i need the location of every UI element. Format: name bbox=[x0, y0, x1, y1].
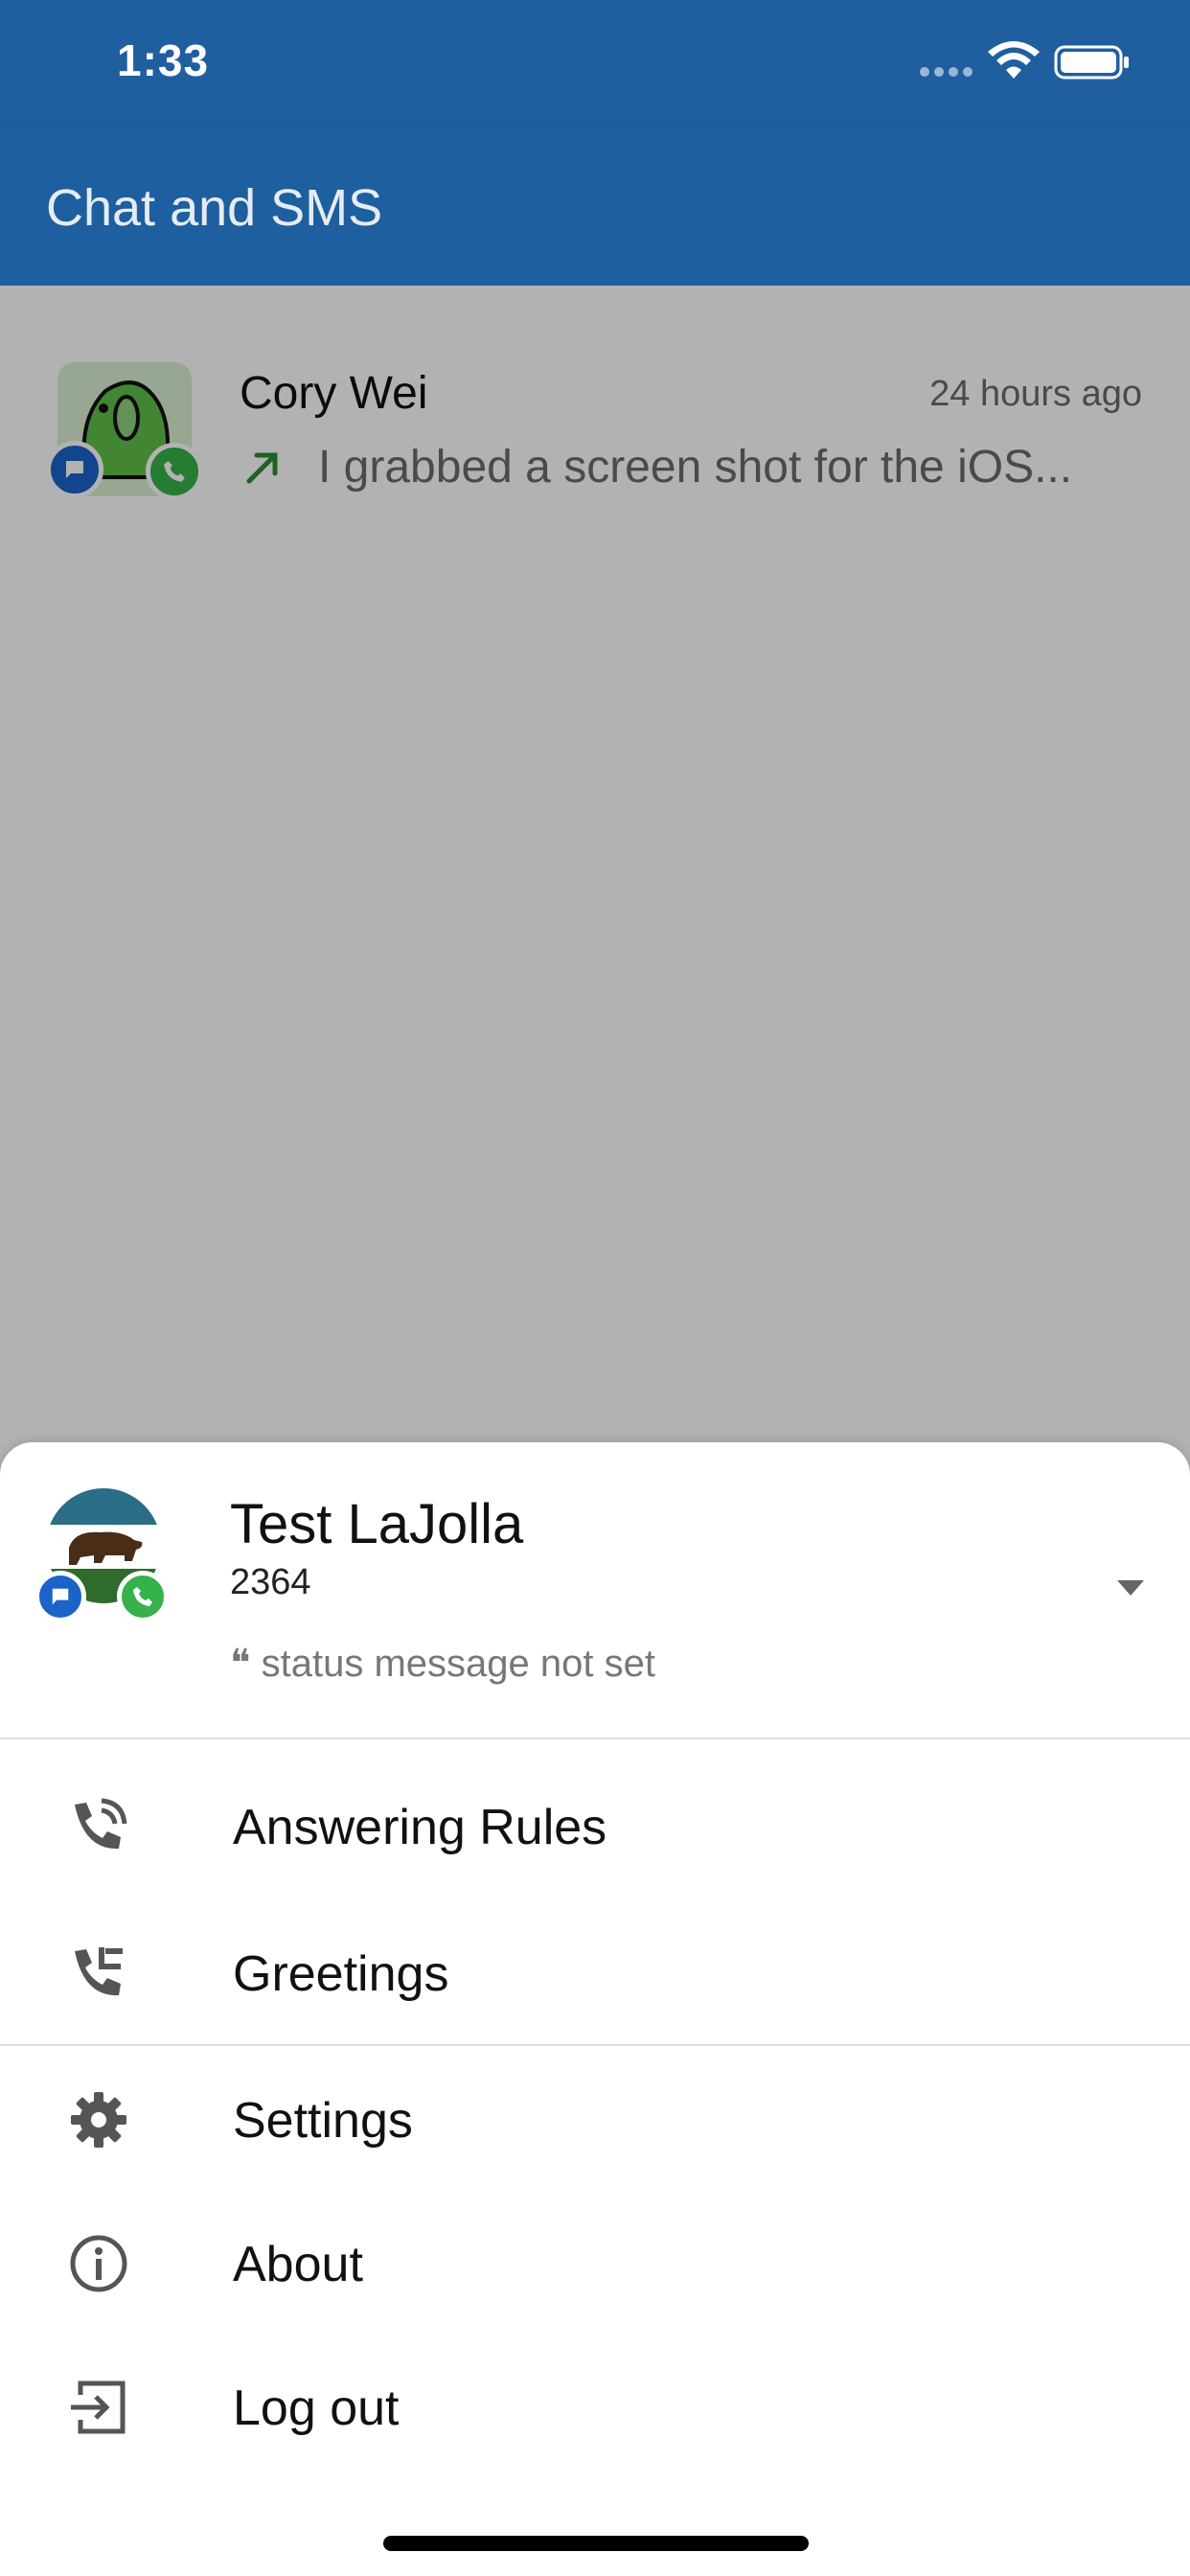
menu-label: Log out bbox=[233, 2380, 400, 2436]
app-screen: 1:33 Chat and SMS Cory Wei 24 hours ago … bbox=[0, 0, 1190, 2576]
profile-header[interactable]: Test LaJolla 2364 ❝ status message not s… bbox=[0, 1442, 1190, 1739]
status-message[interactable]: ❝ status message not set bbox=[230, 1642, 655, 1686]
menu-label: Settings bbox=[233, 2093, 413, 2149]
logout-icon bbox=[71, 2380, 126, 2434]
user-name: Test LaJolla bbox=[230, 1493, 524, 1555]
menu-label: About bbox=[233, 2237, 363, 2292]
battery-icon bbox=[1054, 45, 1129, 80]
wifi-icon bbox=[988, 41, 1040, 79]
menu-item-about[interactable]: About bbox=[0, 2190, 1190, 2334]
menu-item-greetings[interactable]: Greetings bbox=[0, 1899, 1190, 2043]
menu-item-settings[interactable]: Settings bbox=[0, 2046, 1190, 2190]
page-title: Chat and SMS bbox=[46, 179, 383, 237]
phone-forward-icon bbox=[75, 1947, 123, 1996]
user-extension: 2364 bbox=[230, 1562, 311, 1602]
info-icon bbox=[70, 2235, 127, 2292]
chat-badge-icon bbox=[34, 1571, 86, 1622]
divider bbox=[0, 1737, 1190, 1739]
menu-label: Greetings bbox=[233, 1946, 449, 2002]
phone-badge-icon bbox=[117, 1571, 169, 1622]
profile-menu-sheet: Test LaJolla 2364 ❝ status message not s… bbox=[0, 1442, 1190, 2576]
menu-label: Answering Rules bbox=[233, 1800, 607, 1855]
home-indicator[interactable] bbox=[383, 2536, 809, 2551]
caret-down-icon[interactable] bbox=[1113, 1576, 1148, 1599]
user-avatar bbox=[34, 1488, 169, 1622]
cellular-signal-icon bbox=[920, 67, 973, 77]
menu-item-answering-rules[interactable]: Answering Rules bbox=[0, 1753, 1190, 1897]
status-bar: 1:33 bbox=[0, 0, 1190, 125]
phone-ringing-icon bbox=[75, 1798, 127, 1850]
gear-icon bbox=[71, 2092, 126, 2148]
status-time: 1:33 bbox=[117, 35, 210, 85]
menu-item-log-out[interactable]: Log out bbox=[0, 2334, 1190, 2477]
app-bar: Chat and SMS bbox=[0, 125, 1190, 286]
